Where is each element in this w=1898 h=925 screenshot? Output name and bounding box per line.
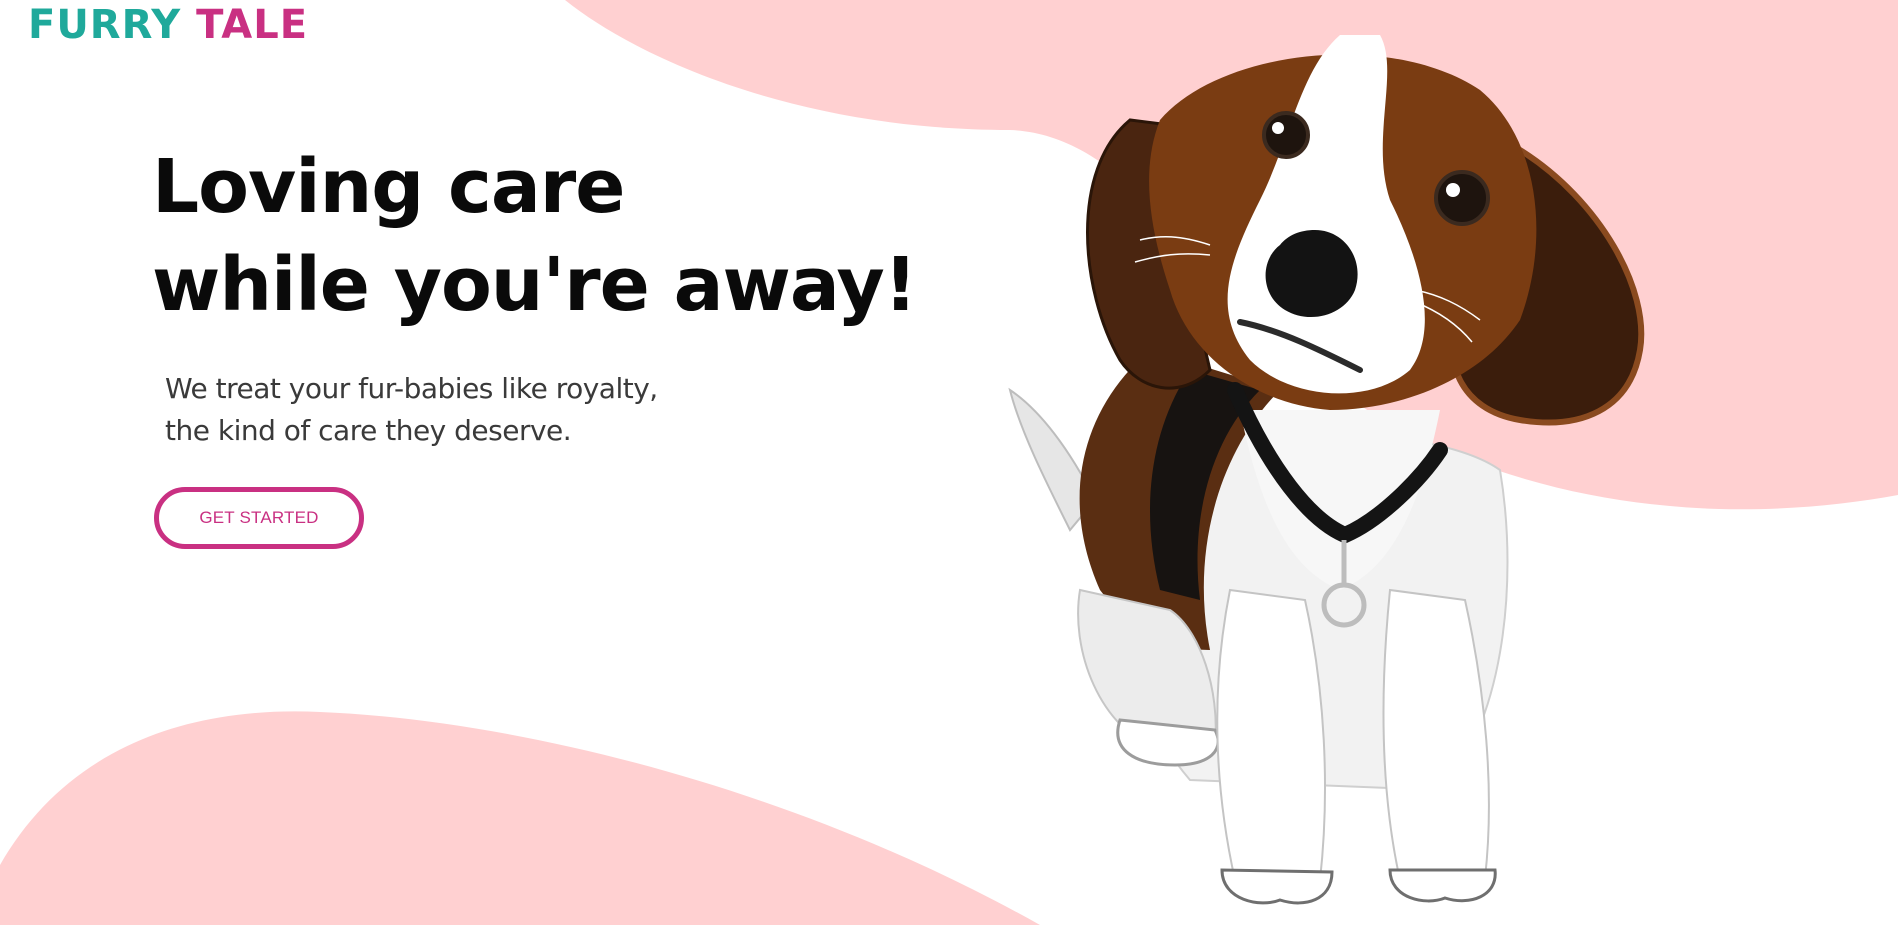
headline-line-1: Loving care [152, 144, 625, 230]
brand-word-furry: FURRY [28, 2, 182, 48]
headline-line-2: while you're away! [152, 242, 918, 328]
hero-headline: Loving care while you're away! [152, 138, 918, 334]
landing-page: FURRY TALE Loving care while you're away… [0, 0, 1898, 925]
bottom-left-pink-blob [0, 711, 1040, 925]
dog-eye-right [1434, 170, 1490, 226]
hero-subtext: We treat your fur-babies like royalty, t… [165, 368, 658, 452]
dog-eye-left-shine [1272, 122, 1284, 134]
dog-front-leg-left [1216, 588, 1326, 881]
subtext-line-1: We treat your fur-babies like royalty, [165, 372, 658, 405]
brand-word-tale: TALE [196, 2, 309, 48]
beagle-puppy-illustration [1008, 35, 1645, 905]
dog-eye-right-shine [1446, 183, 1460, 197]
get-started-button[interactable]: GET STARTED [154, 487, 364, 549]
dog-front-paw-left [1220, 868, 1334, 905]
subtext-line-2: the kind of care they deserve. [165, 414, 572, 447]
dog-front-paw-right [1388, 868, 1497, 903]
brand-logo[interactable]: FURRY TALE [28, 2, 308, 48]
dog-eye-left [1262, 111, 1310, 159]
